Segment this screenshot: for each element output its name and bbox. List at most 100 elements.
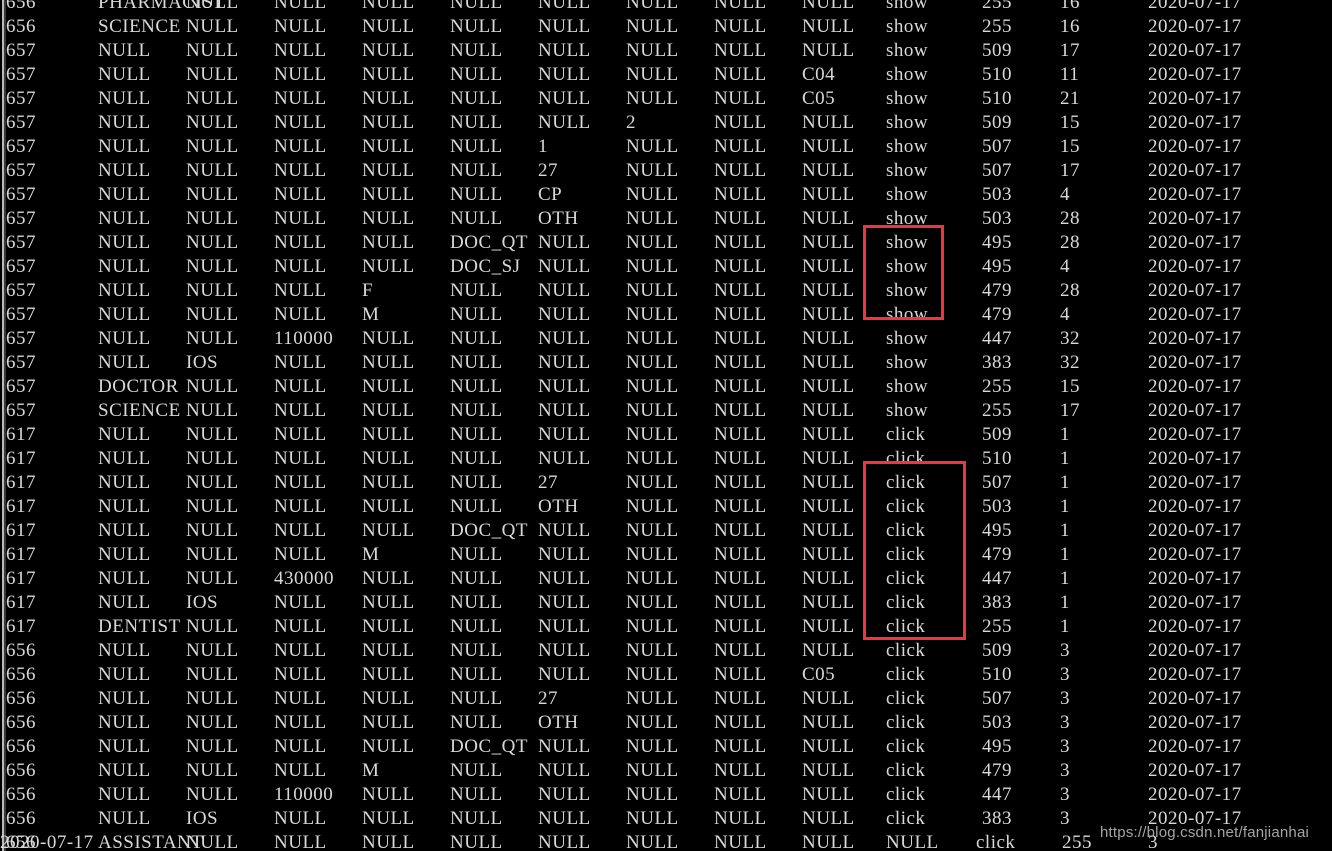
table-row[interactable]: 657 NULL NULL NULL M NULL NULL NULL NULL NULL show…	[0, 303, 1332, 327]
table-cell: 15	[1060, 136, 1080, 157]
table-cell: show	[886, 0, 929, 13]
table-cell: 2020-07-17	[1148, 376, 1242, 397]
table-cell: 447	[982, 328, 1012, 349]
table-cell: NULL	[802, 808, 855, 829]
table-row[interactable]: 657 DOCTOR NULL NULL NULL NULL NULL NULL NULL NUL…	[0, 375, 1332, 399]
table-cell: OTH	[538, 208, 579, 229]
table-row[interactable]: 657 NULL NULL NULL NULL NULL NULL NULL NULL NULL s…	[0, 39, 1332, 63]
table-row[interactable]: 656 NULL NULL NULL M NULL NULL NULL NULL NULL clic…	[0, 759, 1332, 783]
table-cell: 2020-07-17	[1148, 592, 1242, 613]
table-cell: 255	[982, 0, 1012, 13]
table-row[interactable]: 657 NULL NULL NULL NULL NULL OTH NULL NULL NULL sh…	[0, 207, 1332, 231]
table-cell: NULL	[714, 256, 767, 277]
table-cell: NULL	[626, 40, 679, 61]
table-cell: 509	[982, 640, 1012, 661]
table-row[interactable]: 617 NULL NULL NULL M NULL NULL NULL NULL NULL clic…	[0, 543, 1332, 567]
table-row[interactable]: 656 SCIENCE NULL NULL NULL NULL NULL NULL NULL NU…	[0, 15, 1332, 39]
table-cell: 510	[982, 664, 1012, 685]
table-cell: NULL	[186, 304, 239, 325]
table-cell: NULL	[450, 496, 503, 517]
table-cell: 4	[1060, 184, 1070, 205]
table-cell: NULL	[450, 184, 503, 205]
table-cell: NULL	[802, 592, 855, 613]
table-cell: 2020-07-17	[1148, 640, 1242, 661]
table-cell: NULL	[450, 304, 503, 325]
table-row[interactable]: 657 NULL NULL NULL NULL NULL 1 NULL NULL NULL show…	[0, 135, 1332, 159]
table-row[interactable]: 657 NULL NULL NULL NULL NULL 27 NULL NULL NULL sho…	[0, 159, 1332, 183]
table-cell: NULL	[274, 0, 327, 13]
table-cell: NULL	[98, 232, 151, 253]
table-row[interactable]: 657 NULL NULL NULL NULL DOC_QT NULL NULL NULL NUL…	[0, 231, 1332, 255]
table-cell: NULL	[362, 496, 415, 517]
table-cell: NULL	[450, 592, 503, 613]
table-cell: NULL	[362, 184, 415, 205]
table-row[interactable]: 657 NULL NULL NULL F NULL NULL NULL NULL NULL show…	[0, 279, 1332, 303]
table-row[interactable]: 617 NULL IOS NULL NULL NULL NULL NULL NULL NULL cl…	[0, 591, 1332, 615]
table-cell: DOC_QT	[450, 520, 528, 541]
table-cell: NULL	[362, 400, 415, 421]
table-cell: M	[362, 760, 380, 781]
table-row[interactable]: 657 NULL IOS NULL NULL NULL NULL NULL NULL NULL sh…	[0, 351, 1332, 375]
table-cell: NULL	[362, 40, 415, 61]
table-row[interactable]: 656 NULL NULL NULL NULL NULL 27 NULL NULL NULL cli…	[0, 687, 1332, 711]
table-row[interactable]: 657 SCIENCE NULL NULL NULL NULL NULL NULL NULL NU…	[0, 399, 1332, 423]
table-row[interactable]: 657 NULL NULL NULL NULL DOC_SJ NULL NULL NULL NUL…	[0, 255, 1332, 279]
table-cell: show	[886, 256, 929, 277]
table-cell: NULL	[186, 712, 239, 733]
table-cell: IOS	[186, 808, 219, 829]
table-cell: NULL	[802, 784, 855, 805]
table-cell: NULL	[362, 784, 415, 805]
table-row[interactable]: 617 NULL NULL NULL NULL NULL OTH NULL NULL NULL cl…	[0, 495, 1332, 519]
table-row[interactable]: 656 PHARMACIST NULL NULL NULL NULL NULL NULL NUL…	[0, 0, 1332, 15]
table-row[interactable]: 657 NULL NULL NULL NULL NULL NULL NULL NULL C05 sh…	[0, 87, 1332, 111]
table-row[interactable]: 656 NULL NULL NULL NULL DOC_QT NULL NULL NULL NUL…	[0, 735, 1332, 759]
table-cell: NULL	[802, 400, 855, 421]
table-cell: click	[886, 712, 926, 733]
table-cell: NULL	[274, 832, 327, 851]
table-cell: 2020-07-17	[1148, 688, 1242, 709]
table-cell: NULL	[538, 520, 591, 541]
table-cell: NULL	[802, 760, 855, 781]
table-cell: IOS	[186, 592, 219, 613]
table-cell: 657	[6, 232, 36, 253]
table-row[interactable]: 617 NULL NULL 430000 NULL NULL NULL NULL NULL NUL…	[0, 567, 1332, 591]
table-cell: NULL	[450, 64, 503, 85]
table-cell: show	[886, 232, 929, 253]
table-cell: 509	[982, 112, 1012, 133]
table-cell: NULL	[626, 808, 679, 829]
table-cell: NULL	[802, 280, 855, 301]
table-cell: 657	[6, 136, 36, 157]
table-cell: 657	[6, 208, 36, 229]
table-cell: NULL	[450, 208, 503, 229]
table-cell: NULL	[98, 88, 151, 109]
table-cell: click	[886, 520, 926, 541]
table-row[interactable]: 657 NULL NULL 110000 NULL NULL NULL NULL NULL NUL…	[0, 327, 1332, 351]
table-cell: NULL	[714, 112, 767, 133]
table-cell: show	[886, 88, 929, 109]
table-row[interactable]: 617 NULL NULL NULL NULL NULL NULL NULL NULL NULL c…	[0, 423, 1332, 447]
table-cell: NULL	[714, 736, 767, 757]
table-cell: NULL	[626, 352, 679, 373]
table-row[interactable]: 657 NULL NULL NULL NULL NULL NULL 2 NULL NULL show…	[0, 111, 1332, 135]
table-cell: 2020-07-17	[1148, 568, 1242, 589]
table-cell: NULL	[538, 328, 591, 349]
table-cell: NULL	[714, 688, 767, 709]
table-row[interactable]: 657 NULL NULL NULL NULL NULL NULL NULL NULL C04 sh…	[0, 63, 1332, 87]
table-row[interactable]: 657 NULL NULL NULL NULL NULL CP NULL NULL NULL sho…	[0, 183, 1332, 207]
table-cell: NULL	[450, 112, 503, 133]
table-cell: NULL	[450, 352, 503, 373]
table-row[interactable]: 656 NULL NULL NULL NULL NULL NULL NULL NULL C05 cl…	[0, 663, 1332, 687]
table-cell: 430000	[274, 568, 334, 589]
table-row[interactable]: 656 NULL NULL NULL NULL NULL NULL NULL NULL NULL c…	[0, 639, 1332, 663]
table-cell: NULL	[450, 544, 503, 565]
table-row[interactable]: 617 DENTIST NULL NULL NULL NULL NULL NULL NULL NU…	[0, 615, 1332, 639]
table-row[interactable]: 617 NULL NULL NULL NULL NULL NULL NULL NULL NULL c…	[0, 447, 1332, 471]
table-row[interactable]: 617 NULL NULL NULL NULL DOC_QT NULL NULL NULL NUL…	[0, 519, 1332, 543]
table-row[interactable]: 656 NULL NULL NULL NULL NULL OTH NULL NULL NULL cl…	[0, 711, 1332, 735]
table-cell: 657	[6, 256, 36, 277]
table-cell: M	[362, 304, 380, 325]
table-row[interactable]: 617 NULL NULL NULL NULL NULL 27 NULL NULL NULL cli…	[0, 471, 1332, 495]
table-row[interactable]: 656 NULL NULL 110000 NULL NULL NULL NULL NULL NUL…	[0, 783, 1332, 807]
table-cell: NULL	[362, 832, 415, 851]
table-cell: NULL	[450, 280, 503, 301]
